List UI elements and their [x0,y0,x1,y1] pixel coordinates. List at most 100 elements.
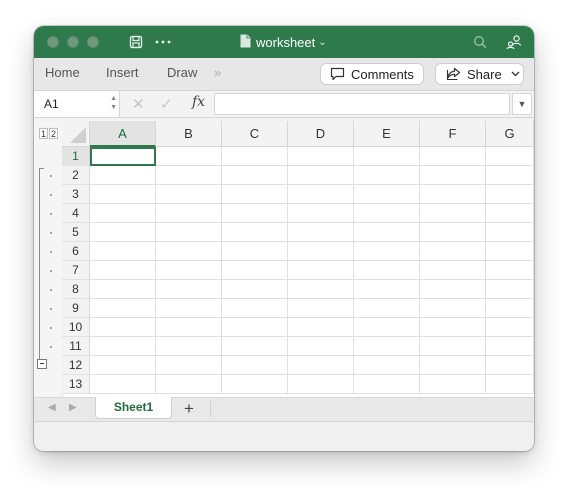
cell-e6[interactable] [354,242,420,261]
cell-d13[interactable] [288,375,354,394]
cell-a1[interactable] [90,147,156,166]
cell-b1[interactable] [156,147,222,166]
row-header-10[interactable]: 10 [62,318,90,337]
row-header-8[interactable]: 8 [62,280,90,299]
name-box-stepper-icon[interactable]: ▲ ▼ [110,94,117,112]
cell-d7[interactable] [288,261,354,280]
outline-level-2-button[interactable]: 2 [49,128,58,139]
cell-c6[interactable] [222,242,288,261]
cell-a13[interactable] [90,375,156,394]
row-header-13[interactable]: 13 [62,375,90,394]
tab-home[interactable]: Home [45,65,80,80]
cell-g7[interactable] [486,261,534,280]
row-header-9[interactable]: 9 [62,299,90,318]
share-people-icon[interactable] [505,33,523,51]
cell-g9[interactable] [486,299,534,318]
cell-e7[interactable] [354,261,420,280]
more-tabs-chevron-icon[interactable]: » [214,65,221,80]
cell-f12[interactable] [420,356,486,375]
cell-a10[interactable] [90,318,156,337]
more-icon[interactable] [154,33,172,51]
tab-insert[interactable]: Insert [106,65,139,80]
cell-f5[interactable] [420,223,486,242]
select-all-button[interactable] [62,121,90,147]
cell-e5[interactable] [354,223,420,242]
cell-d6[interactable] [288,242,354,261]
cell-e12[interactable] [354,356,420,375]
cell-g4[interactable] [486,204,534,223]
column-header-a[interactable]: A [90,121,156,147]
cell-e4[interactable] [354,204,420,223]
cell-d9[interactable] [288,299,354,318]
zoom-window-button[interactable] [87,36,99,48]
cell-g8[interactable] [486,280,534,299]
sheet-tab-sheet1[interactable]: Sheet1 [95,397,172,419]
next-sheet-icon[interactable]: ▶ [69,402,77,413]
cell-c5[interactable] [222,223,288,242]
cell-g10[interactable] [486,318,534,337]
cell-g2[interactable] [486,166,534,185]
cell-f3[interactable] [420,185,486,204]
cell-c8[interactable] [222,280,288,299]
name-box[interactable]: A1 ▲ ▼ [34,91,120,117]
row-header-1[interactable]: 1 [62,147,90,166]
save-icon[interactable] [128,33,144,51]
add-sheet-button[interactable]: + [184,399,194,419]
formula-input[interactable] [214,93,510,115]
search-icon[interactable] [472,33,488,51]
share-button[interactable]: Share [435,63,524,85]
cell-g11[interactable] [486,337,534,356]
cell-f11[interactable] [420,337,486,356]
cell-f2[interactable] [420,166,486,185]
column-header-g[interactable]: G [486,121,534,147]
cell-e3[interactable] [354,185,420,204]
cell-e1[interactable] [354,147,420,166]
row-header-7[interactable]: 7 [62,261,90,280]
cell-c7[interactable] [222,261,288,280]
cell-e11[interactable] [354,337,420,356]
cell-b5[interactable] [156,223,222,242]
cell-d1[interactable] [288,147,354,166]
comments-button[interactable]: Comments [320,63,424,85]
cell-f13[interactable] [420,375,486,394]
column-header-d[interactable]: D [288,121,354,147]
cell-f7[interactable] [420,261,486,280]
column-header-f[interactable]: F [420,121,486,147]
cell-e10[interactable] [354,318,420,337]
cell-c1[interactable] [222,147,288,166]
cell-a5[interactable] [90,223,156,242]
cell-g3[interactable] [486,185,534,204]
cell-b3[interactable] [156,185,222,204]
cell-b2[interactable] [156,166,222,185]
cell-a7[interactable] [90,261,156,280]
close-window-button[interactable] [47,36,59,48]
row-header-4[interactable]: 4 [62,204,90,223]
cell-g5[interactable] [486,223,534,242]
cell-d8[interactable] [288,280,354,299]
cell-c4[interactable] [222,204,288,223]
cell-a8[interactable] [90,280,156,299]
cell-a3[interactable] [90,185,156,204]
cell-d3[interactable] [288,185,354,204]
cell-d12[interactable] [288,356,354,375]
insert-function-icon[interactable]: fx [192,94,205,110]
cell-b7[interactable] [156,261,222,280]
cell-a2[interactable] [90,166,156,185]
cell-b4[interactable] [156,204,222,223]
cell-d4[interactable] [288,204,354,223]
cell-c11[interactable] [222,337,288,356]
row-header-2[interactable]: 2 [62,166,90,185]
cell-f9[interactable] [420,299,486,318]
row-header-6[interactable]: 6 [62,242,90,261]
cell-c10[interactable] [222,318,288,337]
cell-f6[interactable] [420,242,486,261]
cell-d5[interactable] [288,223,354,242]
cell-g12[interactable] [486,356,534,375]
cell-c9[interactable] [222,299,288,318]
cell-b8[interactable] [156,280,222,299]
document-title[interactable]: worksheet ⌄ [240,33,327,51]
cell-a4[interactable] [90,204,156,223]
cell-e13[interactable] [354,375,420,394]
column-header-e[interactable]: E [354,121,420,147]
cell-b10[interactable] [156,318,222,337]
